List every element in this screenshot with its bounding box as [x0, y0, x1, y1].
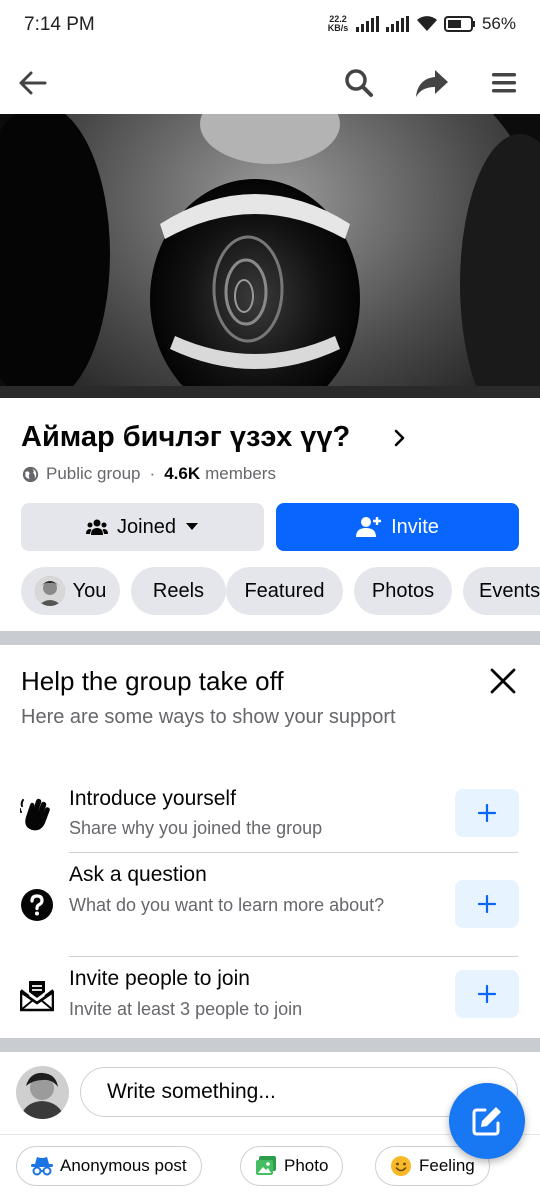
network-speed: 22.2 KB/s: [327, 14, 349, 33]
help-card-subtitle: Here are some ways to show your support: [21, 706, 396, 728]
photo-icon: [256, 1156, 276, 1175]
tab-photos[interactable]: Photos: [354, 567, 452, 615]
feeling-icon: [391, 1156, 411, 1176]
create-post-button[interactable]: [449, 1083, 525, 1159]
task-divider: [69, 956, 518, 957]
plus-icon: [478, 895, 496, 913]
chevron-right-icon[interactable]: [388, 426, 412, 450]
status-indicators: 22.2 KB/s 56%: [326, 14, 516, 34]
group-tabs: You Reels Featured Photos Events: [21, 567, 540, 615]
members-count[interactable]: 4.6K: [164, 464, 200, 484]
globe-icon: [22, 466, 39, 482]
avatar[interactable]: [16, 1066, 69, 1119]
caret-down-icon: [185, 523, 198, 530]
group-meta: Public group · 4.6K members: [22, 464, 276, 484]
share-icon[interactable]: [413, 64, 451, 102]
battery-level: 56%: [481, 14, 516, 33]
anonymous-post-button[interactable]: Anonymous post: [16, 1146, 202, 1186]
tab-featured[interactable]: Featured: [226, 567, 343, 615]
signal-icon: [385, 16, 409, 32]
envelope-icon: [18, 976, 56, 1014]
status-time: 7:14 PM: [24, 14, 95, 35]
task-description: What do you want to learn more about?: [69, 895, 385, 915]
task-title: Introduce yourself: [69, 787, 236, 810]
wifi-icon: [416, 16, 437, 31]
waving-hand-icon: [18, 796, 56, 834]
search-icon[interactable]: [340, 64, 378, 102]
top-navigation: [0, 52, 540, 114]
close-icon[interactable]: [486, 664, 520, 698]
add-invite-button[interactable]: [455, 970, 519, 1018]
back-arrow-icon[interactable]: [14, 64, 52, 102]
battery-icon: [443, 16, 475, 32]
tab-events[interactable]: Events: [463, 567, 540, 615]
signal-icon: [355, 16, 379, 32]
anonymous-icon: [31, 1157, 53, 1176]
joined-label: Joined: [117, 515, 176, 538]
invite-label: Invite: [391, 515, 439, 538]
avatar: [34, 576, 65, 606]
task-ask-question[interactable]: Ask a question What do you want to learn…: [0, 862, 540, 954]
task-divider: [69, 852, 518, 853]
task-invite-people[interactable]: Invite people to join Invite at least 3 …: [0, 966, 540, 1032]
group-privacy: Public group: [46, 464, 141, 483]
add-introduction-button[interactable]: [455, 789, 519, 837]
tab-you[interactable]: You: [21, 567, 120, 615]
group-members-icon: [86, 519, 109, 535]
group-cover-photo[interactable]: [0, 114, 540, 398]
menu-icon[interactable]: [485, 64, 523, 102]
tab-reels[interactable]: Reels: [131, 567, 226, 615]
group-name[interactable]: Аймар бичлэг үзэх үү?: [21, 421, 350, 454]
task-description: Share why you joined the group: [69, 818, 323, 838]
members-label[interactable]: members: [205, 464, 276, 484]
add-person-icon: [356, 517, 382, 537]
question-icon: [18, 886, 56, 924]
section-divider: [0, 631, 540, 645]
plus-icon: [478, 804, 496, 822]
add-question-button[interactable]: [455, 880, 519, 928]
help-card-title: Help the group take off: [21, 666, 284, 696]
section-divider: [0, 1038, 540, 1052]
meta-separator: ·: [149, 464, 156, 483]
task-title: Ask a question: [69, 863, 207, 886]
joined-button[interactable]: Joined: [21, 503, 264, 551]
status-bar: 7:14 PM 22.2 KB/s 56%: [0, 0, 540, 52]
photo-button[interactable]: Photo: [240, 1146, 344, 1186]
task-description: Invite at least 3 people to join: [69, 999, 303, 1019]
edit-icon: [472, 1107, 501, 1136]
plus-icon: [478, 985, 496, 1003]
invite-button[interactable]: Invite: [276, 503, 519, 551]
task-title: Invite people to join: [69, 967, 250, 990]
task-introduce-yourself[interactable]: Introduce yourself Share why you joined …: [0, 786, 540, 852]
